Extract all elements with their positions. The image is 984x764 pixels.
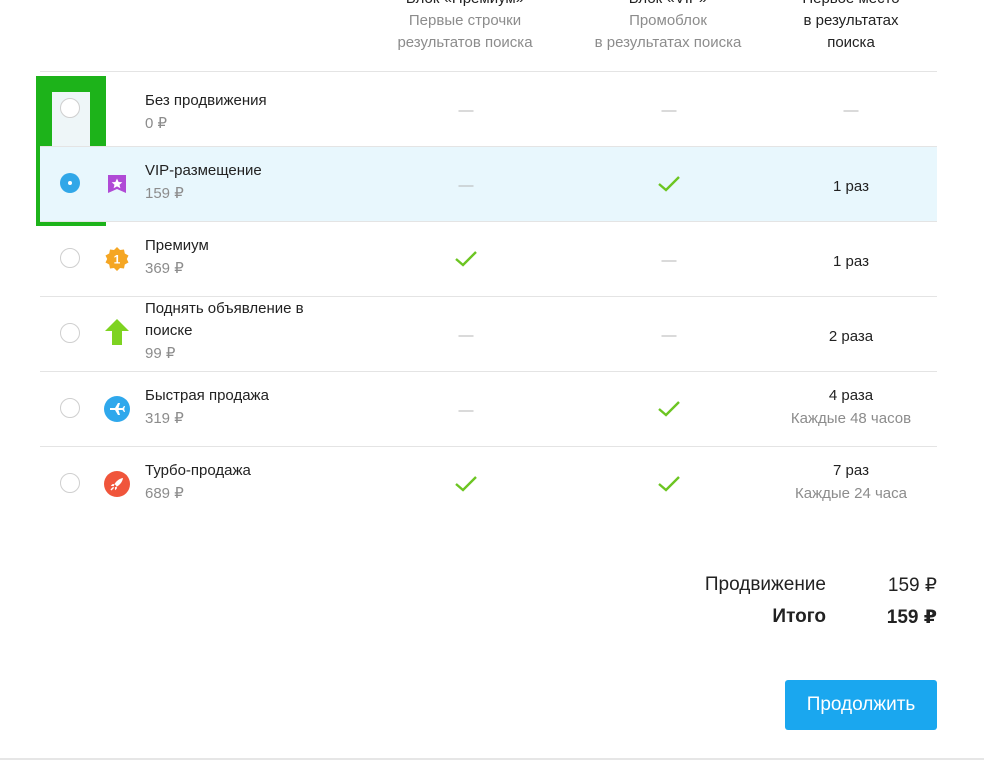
option-name: VIP-размещение	[145, 162, 262, 179]
boost-count: 7 раз	[833, 462, 869, 479]
column-header-premium: Блок «Премиум» Первые строчки результато…	[375, 0, 555, 54]
medal-icon: 1	[104, 246, 130, 272]
option-name: Премиум	[145, 237, 209, 254]
column-title-premium: Блок «Премиум»	[375, 0, 555, 10]
radio-quick-sale[interactable]	[60, 398, 80, 418]
boost-count: 4 раза	[828, 387, 874, 404]
option-price: 159 ₽	[145, 185, 184, 202]
column-title-first-place: Первое место	[761, 0, 941, 10]
dash-mark: —	[458, 402, 474, 419]
radio-no-promotion[interactable]	[60, 98, 80, 118]
option-row-quick-sale[interactable]: Быстрая продажа 319 ₽ — 4 раза Каждые 48…	[40, 372, 937, 446]
column-subtitle-premium-1: Первые строчки	[408, 12, 522, 29]
option-name: Турбо-продажа	[145, 462, 251, 479]
dash-mark: —	[458, 102, 474, 119]
option-row-turbo-sale[interactable]: Турбо-продажа 689 ₽ 7 раз Каждые 24 часа	[40, 447, 937, 521]
radio-raise[interactable]	[60, 323, 80, 343]
total-value: 159 ₽	[886, 607, 937, 628]
column-header-first-place: Первое место в результатах поиска	[761, 0, 941, 54]
rocket-icon	[104, 471, 130, 497]
column-header-vip: Блок «VIP» Промоблок в результатах поиск…	[578, 0, 758, 54]
check-icon	[376, 250, 556, 275]
dash-mark: —	[458, 327, 474, 344]
check-icon	[376, 475, 556, 500]
airplane-icon	[104, 396, 130, 422]
option-row-vip[interactable]: VIP-размещение 159 ₽ — 1 раз	[40, 147, 937, 221]
column-subtitle-premium-2: результатов поиска	[397, 34, 533, 51]
check-icon	[579, 400, 759, 425]
boost-count: 1 раз	[833, 253, 869, 270]
option-row-raise[interactable]: Поднять объявление в поиске 99 ₽ — — 2 р…	[40, 297, 937, 371]
dash-mark: —	[661, 102, 677, 119]
column-subtitle-vip-1: Промоблок	[629, 12, 707, 29]
option-name: Быстрая продажа	[145, 387, 269, 404]
option-price: 689 ₽	[145, 485, 184, 502]
radio-premium[interactable]	[60, 248, 80, 268]
star-icon	[104, 171, 130, 197]
option-price: 319 ₽	[145, 410, 184, 427]
column-title-vip: Блок «VIP»	[578, 0, 758, 10]
check-icon	[579, 475, 759, 500]
dash-mark: —	[843, 102, 859, 119]
option-row-premium[interactable]: 1 Премиум 369 ₽ — 1 раз	[40, 222, 937, 296]
option-price: 369 ₽	[145, 260, 184, 277]
boost-count: 1 раз	[833, 178, 869, 195]
dash-mark: —	[661, 252, 677, 269]
arrow-up-icon	[104, 319, 130, 345]
option-name: Поднять объявление в поиске	[145, 300, 304, 339]
check-icon	[579, 175, 759, 200]
dash-mark: —	[458, 177, 474, 194]
option-price: 99 ₽	[145, 345, 176, 362]
option-name: Без продвижения	[145, 92, 267, 109]
promotion-value: 159 ₽	[887, 575, 937, 596]
boost-count: 2 раза	[828, 328, 874, 345]
boost-frequency: Каждые 48 часов	[790, 410, 912, 427]
column-subtitle-first-place-2: поиска	[827, 34, 875, 51]
option-price: 0 ₽	[145, 115, 168, 132]
option-row-no-promotion[interactable]: Без продвижения 0 ₽ — — —	[40, 72, 937, 146]
promotion-label: Продвижение	[704, 574, 826, 595]
continue-button[interactable]: Продолжить	[785, 680, 937, 730]
svg-text:1: 1	[114, 253, 121, 267]
column-subtitle-first-place-1: в результатах	[803, 12, 899, 29]
divider	[0, 758, 984, 760]
dash-mark: —	[661, 327, 677, 344]
radio-vip[interactable]	[60, 173, 80, 193]
column-subtitle-vip-2: в результатах поиска	[594, 34, 742, 51]
radio-turbo-sale[interactable]	[60, 473, 80, 493]
boost-frequency: Каждые 24 часа	[794, 485, 907, 502]
total-label: Итого	[772, 606, 826, 627]
